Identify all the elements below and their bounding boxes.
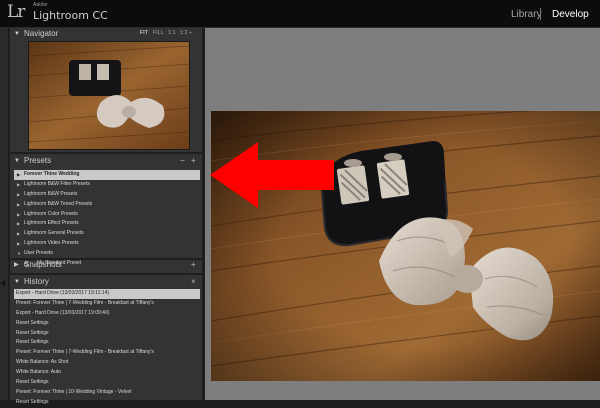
navigator-thumbnail[interactable] (28, 41, 190, 150)
preset-folder-forever-thine[interactable]: ▶ Forever Thine Wedding (14, 170, 200, 180)
module-library[interactable]: Library (511, 9, 542, 20)
module-separator (540, 8, 541, 20)
presets-title: Presets (24, 156, 52, 165)
lightroom-logo: Lr (7, 2, 25, 22)
preset-folder[interactable]: ▶ Lightroom Video Presets (14, 239, 200, 249)
remove-preset-icon[interactable]: − (180, 156, 185, 165)
app-title: Lightroom CC (33, 9, 108, 22)
history-item[interactable]: Export - Hard Drive (13/03/2017 19:09:40… (14, 309, 200, 319)
preset-folder[interactable]: ▶ Lightroom B&W Presets (14, 190, 200, 200)
preset-folder[interactable]: ▶ Lightroom B&W Toned Presets (14, 200, 200, 210)
snapshots-title: Snapshots (24, 260, 62, 269)
brand-vendor: Adobe (33, 2, 48, 8)
presets-header[interactable]: ▼ Presets − + (10, 155, 202, 167)
history-item[interactable]: Preset: Forever Thine | 10-Wedding Vinta… (14, 388, 200, 398)
top-bar: Lr Adobe Lightroom CC Library Develop (0, 0, 600, 28)
expand-triangle-icon[interactable]: ▶ (17, 170, 20, 180)
preset-folder[interactable]: ▶ Lightroom Effect Presets (14, 219, 200, 229)
expand-triangle-icon[interactable]: ▶ (17, 190, 20, 200)
clear-history-icon[interactable]: × (191, 277, 196, 286)
collapse-triangle-icon[interactable]: ▼ (14, 279, 20, 285)
expand-triangle-icon[interactable]: ▶ (17, 180, 20, 190)
left-panel: ▼ Navigator FIT FILL 1:1 1:2 ÷ ▼ Presets (10, 28, 202, 405)
expand-triangle-icon[interactable]: ▶ (17, 200, 20, 210)
zoom-1to2-option[interactable]: 1:2 ÷ (180, 30, 192, 36)
history-header[interactable]: ▼ History × (10, 276, 202, 288)
expand-triangle-icon[interactable]: ▶ (17, 239, 20, 249)
preset-folder[interactable]: ▶ Lightroom Color Presets (14, 210, 200, 220)
history-item[interactable]: Export - Hard Drive (13/03/2017 19:11:14… (14, 289, 200, 299)
collapse-triangle-icon[interactable]: ▼ (14, 31, 20, 37)
history-item[interactable]: White Balance: As Shot (14, 358, 200, 368)
history-item[interactable]: Reset Settings (14, 398, 200, 408)
history-item[interactable]: Reset Settings (14, 319, 200, 329)
annotation-arrow-left-icon (210, 142, 334, 208)
add-snapshot-icon[interactable]: + (191, 260, 196, 269)
zoom-1to1-option[interactable]: 1:1 (168, 30, 176, 36)
preset-folder[interactable]: ▶ Lightroom B&W Filter Presets (14, 180, 200, 190)
history-title: History (24, 277, 49, 286)
navigator-title: Navigator (24, 29, 59, 38)
panel-divider (10, 152, 202, 154)
history-item[interactable]: Reset Settings (14, 338, 200, 348)
collapse-triangle-icon[interactable]: ▶ (14, 262, 19, 268)
expand-triangle-icon[interactable]: ▶ (17, 229, 20, 239)
expand-triangle-icon[interactable]: ▶ (17, 219, 20, 229)
collapse-triangle-icon[interactable]: ▼ (14, 158, 20, 164)
navigator-header[interactable]: ▼ Navigator FIT FILL 1:1 1:2 ÷ (10, 28, 202, 40)
history-item[interactable]: White Balance: Auto (14, 368, 200, 378)
zoom-fill-option[interactable]: FILL (153, 30, 164, 36)
preset-folder[interactable]: ▶ Lightroom General Presets (14, 229, 200, 239)
collapse-panel-icon[interactable] (1, 280, 5, 286)
history-list: Export - Hard Drive (13/03/2017 19:11:14… (14, 289, 200, 408)
module-develop[interactable]: Develop (552, 9, 589, 20)
history-item[interactable]: Preset: Forever Thine | 7-Wedding Film -… (14, 299, 200, 309)
history-item[interactable]: Reset Settings (14, 329, 200, 339)
expand-triangle-icon[interactable]: ▶ (17, 210, 20, 220)
main-image-view[interactable] (205, 28, 600, 400)
left-panel-edge[interactable] (0, 28, 8, 400)
zoom-fit-option[interactable]: FIT (140, 30, 148, 36)
presets-list: ▶ Forever Thine Wedding ▶ Lightroom B&W Fi… (14, 170, 200, 269)
add-preset-icon[interactable]: + (191, 156, 196, 165)
history-item[interactable]: Preset: Forever Thine | 7-Wedding Film -… (14, 348, 200, 358)
snapshots-header[interactable]: ▶ Snapshots + (10, 259, 202, 271)
history-item[interactable]: Reset Settings (14, 378, 200, 388)
panel-divider (10, 273, 202, 275)
